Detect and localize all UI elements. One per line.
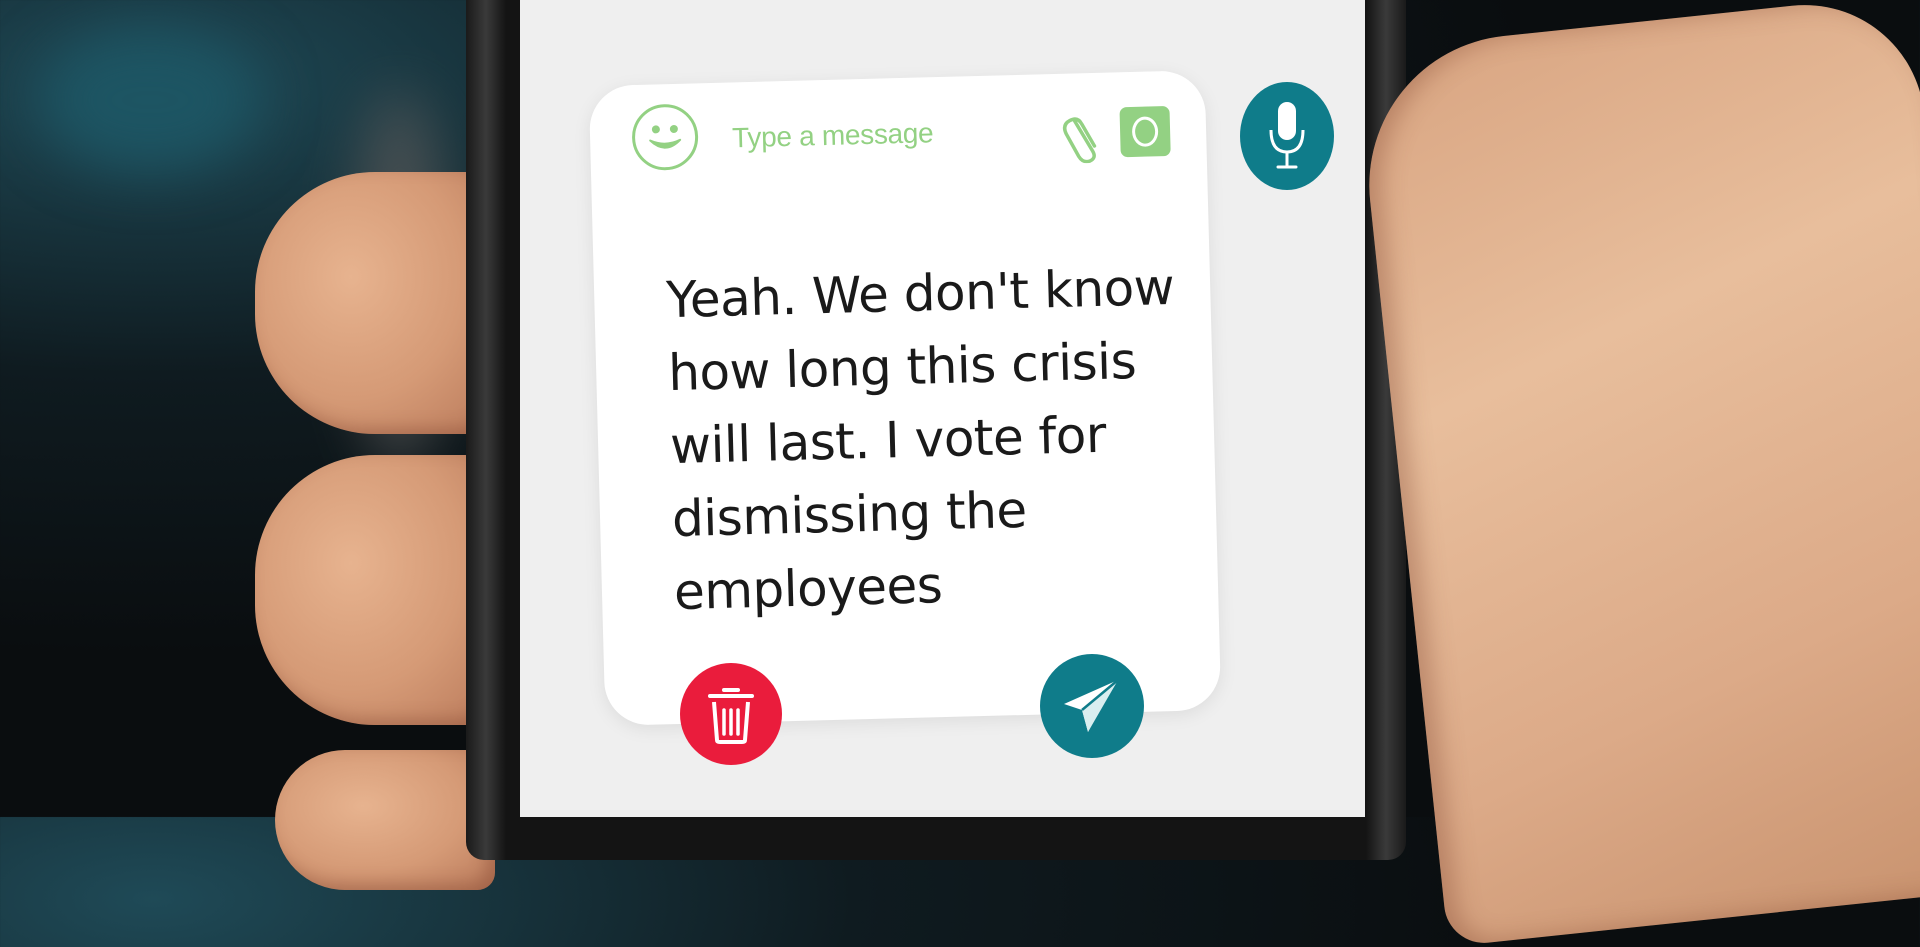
smiley-face-icon: [649, 124, 682, 149]
paper-plane-icon: [1064, 679, 1119, 732]
camera-button[interactable]: [1119, 105, 1171, 158]
message-input-placeholder[interactable]: Type a message: [732, 117, 934, 154]
emoji-button[interactable]: [631, 103, 699, 172]
microphone-button[interactable]: [1240, 82, 1334, 190]
delete-button[interactable]: [680, 663, 782, 765]
left-finger-top: [255, 172, 495, 434]
send-button[interactable]: [1040, 654, 1144, 758]
left-finger-bottom: [275, 750, 495, 890]
camera-icon: [1131, 116, 1159, 147]
message-composer-card: Type a message Yeah. We don't know how l…: [588, 70, 1222, 726]
paperclip-icon: [1062, 117, 1097, 164]
left-finger-middle: [255, 455, 495, 725]
microphone-icon: [1269, 102, 1305, 169]
right-thumb: [1354, 0, 1920, 947]
attach-button[interactable]: [1061, 105, 1107, 164]
trash-icon: [708, 688, 754, 744]
draft-message-text[interactable]: Yeah. We don't know how long this crisis…: [665, 250, 1214, 629]
background-blur-teal: [40, 30, 260, 170]
message-input-row[interactable]: Type a message: [589, 70, 1208, 196]
